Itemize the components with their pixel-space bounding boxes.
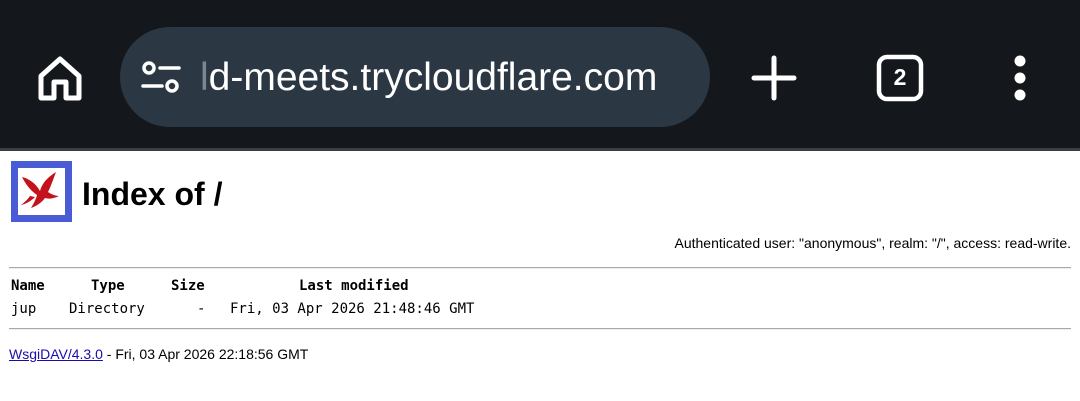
auth-info: Authenticated user: "anonymous", realm: … [674,235,1072,251]
home-icon [38,56,82,101]
more-vert-icon [1014,55,1026,101]
page-content: Index of / Authenticated user: "anonymou… [0,151,1080,401]
tune-icon [141,61,181,93]
column-header-type[interactable]: Type [91,278,125,294]
column-header-modified[interactable]: Last modified [299,278,409,294]
page-title: Index of / [82,176,223,212]
browser-toolbar: ld-meets.trycloudflare.com 2 [0,0,1080,148]
tab-switcher-button[interactable]: 2 [876,54,924,102]
divider-bottom [9,328,1071,330]
row-name[interactable]: jup [11,301,36,317]
divider-top [9,267,1071,269]
wsgidav-logo [11,161,72,222]
footer-timestamp: - Fri, 03 Apr 2026 22:18:56 GMT [102,346,309,362]
more-menu-button[interactable] [998,52,1042,104]
url-faded-segment: l [200,56,209,99]
tab-count: 2 [893,64,907,90]
plus-icon [751,55,797,101]
footer: WsgiDAV/4.3.0 - Fri, 03 Apr 2026 22:18:5… [9,346,308,362]
url-main-segment: d-meets.trycloudflare.com [208,56,658,99]
new-tab-button[interactable] [750,54,798,102]
site-settings-button[interactable] [140,57,182,99]
row-type: Directory [69,301,145,317]
url-text[interactable]: ld-meets.trycloudflare.com [200,51,694,105]
column-header-size[interactable]: Size [171,278,205,294]
column-header-name[interactable]: Name [11,278,45,294]
row-size: - [197,301,206,317]
row-modified: Fri, 03 Apr 2026 21:48:46 GMT [230,301,475,317]
home-button[interactable] [34,52,86,104]
wsgidav-link[interactable]: WsgiDAV/4.3.0 [9,346,103,362]
address-bar[interactable]: ld-meets.trycloudflare.com [120,27,710,127]
